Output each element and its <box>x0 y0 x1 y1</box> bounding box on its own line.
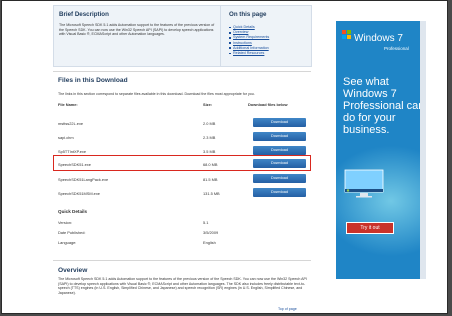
quick-details-value: 5.1 <box>203 220 209 225</box>
right-column: Windows 7 Professional See what Windows … <box>316 1 447 313</box>
main-content: Brief Description The Microsoft Speech S… <box>38 1 316 313</box>
desktop-screen-icon <box>344 169 384 198</box>
table-row: SpeechSDK51LangPack.exe 81.5 MB Download <box>58 174 308 188</box>
ad-brand: Windows 7 <box>354 33 403 44</box>
download-button[interactable]: Download <box>253 174 306 183</box>
file-name: sapi.chm <box>58 135 74 140</box>
left-gutter <box>2 1 38 313</box>
quick-details-label: Language: <box>58 240 77 245</box>
quick-details-label: Date Published: <box>58 230 86 235</box>
on-this-page-title: On this page <box>229 11 267 18</box>
table-row: sapi.chm 2.3 MB Download <box>58 132 308 146</box>
overview-text: The Microsoft Speech SDK 5.1 adds Automa… <box>58 277 307 295</box>
file-name: Sp5TTIntXP.exe <box>58 149 87 154</box>
column-header-size: Size: <box>203 102 213 107</box>
brief-description-box: Brief Description The Microsoft Speech S… <box>53 5 222 67</box>
ad-headline: See what Windows 7 Professional can do f… <box>343 76 425 136</box>
column-header-download: Download files below <box>248 102 288 107</box>
files-intro: The links in this section correspond to … <box>58 92 255 96</box>
quick-details-row: Language: English <box>58 240 216 245</box>
highlight-box <box>53 155 311 171</box>
column-header-filename: File Name: <box>58 102 78 107</box>
ad-glow <box>336 141 426 261</box>
table-row: SpeechSDK51MSM.exe 131.5 MB Download <box>58 188 308 202</box>
file-size: 81.5 MB <box>203 177 218 182</box>
file-size: 131.5 MB <box>203 191 220 196</box>
download-button[interactable]: Download <box>253 188 306 197</box>
table-row: msttss22L.exe 2.0 MB Download <box>58 118 308 132</box>
on-this-page-links: Quick Details Overview System Requiremen… <box>229 25 269 56</box>
file-name: SpeechSDK51LangPack.exe <box>58 177 109 182</box>
windows-logo-icon <box>342 30 352 40</box>
quick-details-value: 3/5/2009 <box>203 230 219 235</box>
brief-description-title: Brief Description <box>59 11 109 18</box>
quick-details-title: Quick Details <box>58 209 88 214</box>
download-button[interactable]: Download <box>253 146 306 155</box>
try-it-out-button[interactable]: Try it out <box>346 222 394 234</box>
quick-details-row: Date Published: 3/5/2009 <box>58 230 218 235</box>
files-table-header: File Name: Size: Download files below <box>58 101 308 109</box>
ad-brand-sub: Professional <box>384 46 409 51</box>
file-size: 2.0 MB <box>203 121 216 126</box>
brief-description-text: The Microsoft Speech SDK 5.1 adds Automa… <box>59 23 215 37</box>
quick-details-row: Version: 5.1 <box>58 220 208 225</box>
top-of-page-link[interactable]: Top of page <box>278 307 297 311</box>
download-button[interactable]: Download <box>253 118 306 127</box>
file-name: msttss22L.exe <box>58 121 84 126</box>
ad-scrollbar[interactable] <box>420 21 426 279</box>
file-size: 3.5 MB <box>203 149 216 154</box>
overview-title: Overview <box>58 267 88 274</box>
windows7-ad[interactable]: Windows 7 Professional See what Windows … <box>336 21 426 279</box>
link-related-resources[interactable]: Related Resources <box>229 51 269 56</box>
divider <box>53 71 311 72</box>
quick-details-label: Version: <box>58 220 73 225</box>
divider <box>53 260 311 261</box>
files-section-title: Files in this Download <box>58 77 128 84</box>
file-name: SpeechSDK51MSM.exe <box>58 191 100 196</box>
browser-page: Brief Description The Microsoft Speech S… <box>1 0 448 314</box>
file-size: 2.3 MB <box>203 135 216 140</box>
download-button[interactable]: Download <box>253 132 306 141</box>
on-this-page-box: On this page Quick Details Overview Syst… <box>220 5 312 67</box>
quick-details-value: English <box>203 240 216 245</box>
